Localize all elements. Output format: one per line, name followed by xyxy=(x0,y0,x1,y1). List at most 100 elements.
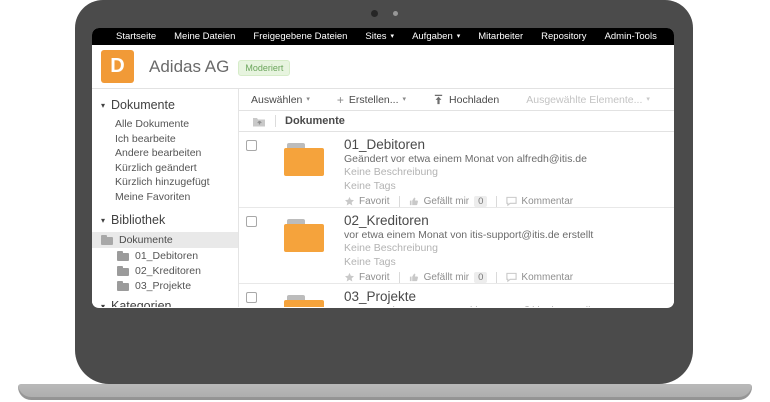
star-icon xyxy=(345,272,354,282)
nav-item-repository[interactable]: Repository xyxy=(532,31,595,42)
file-tags: Keine Tags xyxy=(344,255,396,268)
button-label: Ausgewählte Elemente... xyxy=(526,93,643,106)
chevron-down-icon: ▾ xyxy=(456,33,461,40)
tree-node-dokumente-selected[interactable]: Dokumente xyxy=(92,232,238,248)
tree-node-02-kreditoren[interactable]: 02_Kreditoren xyxy=(92,263,238,278)
laptop-frame: Startseite Meine Dateien Freigegebene Da… xyxy=(75,0,693,384)
file-actions: Favorit Gefällt mir 0 Kommentar xyxy=(344,196,674,207)
sidebar-item-kuerzlich-geaendert[interactable]: Kürzlich geändert xyxy=(92,161,238,176)
nav-label: Meine Dateien xyxy=(174,31,236,42)
breadcrumb-current-folder[interactable]: Dokumente xyxy=(285,115,345,127)
sidebar-section-dokumente[interactable]: ▾ Dokumente xyxy=(92,98,238,112)
action-label: Favorit xyxy=(359,272,390,283)
nav-label: Admin-Tools xyxy=(604,31,657,42)
file-tags: Keine Tags xyxy=(344,179,396,192)
separator xyxy=(275,115,276,127)
nav-label: Mitarbeiter xyxy=(478,31,524,42)
plus-icon: + xyxy=(336,92,344,107)
file-modified-info: vor etwa einem Monat von itis-support@it… xyxy=(344,304,674,307)
folder-up-icon[interactable] xyxy=(252,115,266,128)
sidebar-section-bibliothek[interactable]: ▾ Bibliothek xyxy=(92,213,238,227)
file-title-link[interactable]: 01_Debitoren xyxy=(344,137,674,152)
comment-button[interactable]: Kommentar xyxy=(506,196,573,207)
folder-icon xyxy=(117,280,129,291)
button-label: Auswählen xyxy=(251,93,303,106)
like-button[interactable]: Gefällt mir 0 xyxy=(409,272,488,283)
star-icon xyxy=(345,196,354,206)
folder-thumbnail-icon[interactable] xyxy=(284,219,324,252)
select-menu-button[interactable]: Auswählen ▾ xyxy=(251,94,310,106)
laptop-base xyxy=(18,384,752,400)
file-list: 01_Debitoren Geändert vor etwa einem Mon… xyxy=(239,132,674,307)
tree-node-label: Dokumente xyxy=(119,234,173,246)
collapse-caret-icon: ▾ xyxy=(101,301,106,308)
site-header: D Adidas AG Moderiert xyxy=(92,45,674,89)
action-label: Gefällt mir xyxy=(423,196,470,207)
nav-item-meine-dateien[interactable]: Meine Dateien xyxy=(165,31,244,42)
file-title-link[interactable]: 02_Kreditoren xyxy=(344,213,674,228)
section-header-label: Bibliothek xyxy=(111,213,166,227)
nav-item-admin-tools[interactable]: Admin-Tools xyxy=(596,31,666,42)
laptop-mockup: Startseite Meine Dateien Freigegebene Da… xyxy=(0,0,770,402)
tree-node-03-projekte[interactable]: 03_Projekte xyxy=(92,278,238,293)
section-header-label: Dokumente xyxy=(111,98,175,112)
nav-item-sites[interactable]: Sites ▾ xyxy=(356,31,403,42)
file-title-link[interactable]: 03_Projekte xyxy=(344,289,674,304)
action-label: Favorit xyxy=(359,196,390,207)
button-label: Erstellen... xyxy=(348,93,399,106)
selected-items-button[interactable]: Ausgewählte Elemente... ▾ xyxy=(526,94,650,106)
file-description: Keine Beschreibung xyxy=(344,166,438,178)
nav-item-freigegebene-dateien[interactable]: Freigegebene Dateien xyxy=(244,31,356,42)
site-title: Adidas AG xyxy=(149,56,230,76)
comment-icon xyxy=(506,272,518,283)
folder-icon xyxy=(117,250,129,261)
folder-thumbnail-icon[interactable] xyxy=(284,143,324,176)
row-checkbox[interactable] xyxy=(246,216,257,227)
row-checkbox[interactable] xyxy=(246,292,257,303)
sidebar-item-meine-favoriten[interactable]: Meine Favoriten xyxy=(92,190,238,205)
tree-node-label: 01_Debitoren xyxy=(135,249,199,262)
chevron-down-icon: ▾ xyxy=(402,96,407,103)
nav-label: Startseite xyxy=(116,31,157,42)
nav-label: Aufgaben xyxy=(412,31,453,42)
file-modified-info: vor etwa einem Monat von itis-support@it… xyxy=(344,229,594,241)
favorite-button[interactable]: Favorit xyxy=(344,196,390,207)
row-checkbox[interactable] xyxy=(246,140,257,151)
separator xyxy=(398,272,400,283)
tree-node-label: 02_Kreditoren xyxy=(135,264,201,277)
comment-button[interactable]: Kommentar xyxy=(506,272,573,283)
site-logo[interactable]: D xyxy=(101,50,134,83)
folder-thumbnail-icon[interactable] xyxy=(284,295,324,307)
breadcrumb: Dokumente xyxy=(239,111,674,132)
nav-item-startseite[interactable]: Startseite xyxy=(107,31,165,42)
tree-node-label: 03_Projekte xyxy=(135,279,192,292)
nav-item-mitarbeiter[interactable]: Mitarbeiter xyxy=(469,31,532,42)
file-row-03-projekte: 03_Projekte vor etwa einem Monat von iti… xyxy=(239,284,674,307)
doclib-toolbar: Auswählen ▾ + Erstellen... ▾ Hochladen A… xyxy=(239,89,674,111)
file-row-01-debitoren: 01_Debitoren Geändert vor etwa einem Mon… xyxy=(239,132,674,208)
sidebar-item-ich-bearbeite[interactable]: Ich bearbeite xyxy=(92,132,238,147)
section-header-label: Kategorien xyxy=(111,299,172,307)
chevron-down-icon: ▾ xyxy=(646,96,650,103)
chevron-down-icon: ▾ xyxy=(306,96,310,103)
chevron-down-icon: ▾ xyxy=(390,33,395,40)
like-button[interactable]: Gefällt mir 0 xyxy=(409,196,488,207)
folder-icon xyxy=(117,265,129,276)
like-count-badge: 0 xyxy=(474,272,488,283)
sidebar-section-kategorien[interactable]: ▾ Kategorien xyxy=(92,299,238,307)
action-label: Kommentar xyxy=(521,196,574,207)
tree-node-01-debitoren[interactable]: 01_Debitoren xyxy=(92,248,238,263)
sidebar-item-alle-dokumente[interactable]: Alle Dokumente xyxy=(92,117,238,132)
favorite-button[interactable]: Favorit xyxy=(344,272,390,283)
upload-button[interactable]: Hochladen xyxy=(433,94,499,106)
comment-icon xyxy=(506,196,518,207)
sidebar-item-andere-bearbeiten[interactable]: Andere bearbeiten xyxy=(92,146,238,161)
sidebar-item-kuerzlich-hinzugefuegt[interactable]: Kürzlich hinzugefügt xyxy=(92,175,238,190)
nav-item-aufgaben[interactable]: Aufgaben ▾ xyxy=(403,31,469,42)
webcam-led-icon xyxy=(393,11,398,16)
sidebar: ▾ Dokumente Alle Dokumente Ich bearbeite… xyxy=(92,89,239,307)
top-navbar: Startseite Meine Dateien Freigegebene Da… xyxy=(92,28,674,45)
action-label: Gefällt mir xyxy=(423,272,470,283)
file-row-02-kreditoren: 02_Kreditoren vor etwa einem Monat von i… xyxy=(239,208,674,284)
create-menu-button[interactable]: + Erstellen... ▾ xyxy=(337,93,406,107)
